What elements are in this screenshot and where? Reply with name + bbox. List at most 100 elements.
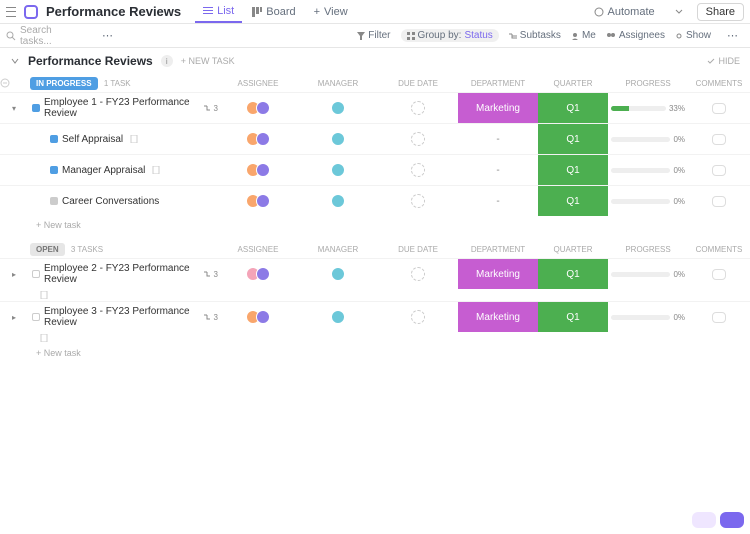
- hide-button[interactable]: HIDE: [707, 56, 740, 66]
- manager-cell[interactable]: [298, 194, 378, 208]
- doc-icon[interactable]: [40, 291, 48, 299]
- manager-cell[interactable]: [298, 132, 378, 146]
- due-date-cell[interactable]: [411, 101, 425, 115]
- assignee-cell[interactable]: [218, 163, 298, 177]
- progress-cell[interactable]: 0%: [608, 166, 688, 175]
- col-due[interactable]: DUE DATE: [378, 79, 458, 88]
- subtasks-button[interactable]: Subtasks: [509, 30, 561, 41]
- assignee-cell[interactable]: [218, 267, 298, 281]
- assignee-cell[interactable]: [218, 101, 298, 115]
- automate-dropdown[interactable]: [669, 7, 689, 17]
- menu-icon[interactable]: [6, 7, 16, 17]
- manager-cell[interactable]: [298, 310, 378, 324]
- new-task-button[interactable]: + New task: [0, 216, 750, 234]
- add-task-header[interactable]: + NEW TASK: [181, 56, 235, 66]
- due-date-cell[interactable]: [411, 132, 425, 146]
- department-cell[interactable]: -: [458, 165, 538, 176]
- manager-cell[interactable]: [298, 163, 378, 177]
- comment-icon[interactable]: [712, 165, 726, 176]
- status-pill-open[interactable]: OPEN: [30, 243, 65, 256]
- task-row[interactable]: ▸ Employee 2 - FY23 Performance Review 3…: [0, 258, 750, 289]
- col-comm[interactable]: COMMENTS: [688, 245, 750, 254]
- subtask-row[interactable]: Manager Appraisal - Q1 0%: [0, 154, 750, 185]
- quarter-cell[interactable]: Q1: [538, 124, 608, 154]
- new-task-button[interactable]: + New task: [0, 344, 750, 362]
- info-icon[interactable]: i: [161, 55, 173, 67]
- status-pill-in-progress[interactable]: IN PROGRESS: [30, 77, 98, 90]
- task-row[interactable]: ▾ Employee 1 - FY23 Performance Review 3…: [0, 92, 750, 123]
- due-date-cell[interactable]: [411, 267, 425, 281]
- doc-icon[interactable]: [40, 334, 48, 342]
- progress-cell[interactable]: 0%: [608, 135, 688, 144]
- comment-icon[interactable]: [712, 103, 726, 114]
- col-manager[interactable]: MANAGER: [298, 79, 378, 88]
- col-due[interactable]: DUE DATE: [378, 245, 458, 254]
- more-button[interactable]: ⋯: [721, 27, 744, 44]
- progress-cell[interactable]: 33%: [608, 104, 688, 113]
- manager-cell[interactable]: [298, 267, 378, 281]
- quarter-cell[interactable]: Q1: [538, 93, 608, 123]
- department-cell[interactable]: -: [458, 134, 538, 145]
- assignee-cell[interactable]: [218, 310, 298, 324]
- manager-cell[interactable]: [298, 101, 378, 115]
- due-date-cell[interactable]: [411, 194, 425, 208]
- due-date-cell[interactable]: [411, 163, 425, 177]
- tab-list[interactable]: List: [195, 1, 242, 23]
- department-cell[interactable]: Marketing: [458, 93, 538, 123]
- col-prog[interactable]: PROGRESS: [608, 245, 688, 254]
- comment-icon[interactable]: [712, 196, 726, 207]
- due-date-cell[interactable]: [411, 310, 425, 324]
- col-comm[interactable]: COMMENTS: [688, 79, 750, 88]
- quarter-cell[interactable]: Q1: [538, 155, 608, 185]
- progress-cell[interactable]: 0%: [608, 313, 688, 322]
- progress-cell[interactable]: 0%: [608, 197, 688, 206]
- quarter-cell[interactable]: Q1: [538, 186, 608, 216]
- department-cell[interactable]: Marketing: [458, 302, 538, 332]
- expand-icon[interactable]: ▸: [12, 313, 16, 322]
- department-cell[interactable]: -: [458, 196, 538, 207]
- col-qtr[interactable]: QUARTER: [538, 245, 608, 254]
- status-square[interactable]: [50, 135, 58, 143]
- progress-cell[interactable]: 0%: [608, 270, 688, 279]
- collapse-icon[interactable]: [0, 78, 10, 88]
- col-dept[interactable]: DEPARTMENT: [458, 79, 538, 88]
- comment-icon[interactable]: [712, 134, 726, 145]
- app-logo-icon[interactable]: [24, 5, 38, 19]
- assignee-cell[interactable]: [218, 132, 298, 146]
- status-square[interactable]: [32, 104, 40, 112]
- status-square[interactable]: [32, 270, 40, 278]
- expand-icon[interactable]: ▸: [12, 270, 16, 279]
- department-cell[interactable]: Marketing: [458, 259, 538, 289]
- comment-icon[interactable]: [712, 269, 726, 280]
- expand-icon[interactable]: ▾: [12, 104, 16, 113]
- share-button[interactable]: Share: [697, 3, 744, 21]
- col-dept[interactable]: DEPARTMENT: [458, 245, 538, 254]
- chevron-down-icon[interactable]: [10, 56, 20, 66]
- search-more[interactable]: ⋯: [96, 27, 119, 44]
- status-square[interactable]: [50, 197, 58, 205]
- filter-button[interactable]: Filter: [357, 30, 390, 41]
- show-button[interactable]: Show: [675, 30, 711, 41]
- status-square[interactable]: [50, 166, 58, 174]
- col-assignee[interactable]: ASSIGNEE: [218, 245, 298, 254]
- tab-board[interactable]: Board: [244, 1, 303, 23]
- comment-icon[interactable]: [712, 312, 726, 323]
- col-prog[interactable]: PROGRESS: [608, 79, 688, 88]
- tab-add-view[interactable]: + View: [306, 1, 356, 23]
- automate-button[interactable]: Automate: [588, 4, 661, 20]
- col-assignee[interactable]: ASSIGNEE: [218, 79, 298, 88]
- fab-primary[interactable]: [720, 512, 744, 528]
- quarter-cell[interactable]: Q1: [538, 259, 608, 289]
- status-square[interactable]: [32, 313, 40, 321]
- task-row[interactable]: ▸ Employee 3 - FY23 Performance Review 3…: [0, 301, 750, 332]
- assignee-cell[interactable]: [218, 194, 298, 208]
- quarter-cell[interactable]: Q1: [538, 302, 608, 332]
- col-qtr[interactable]: QUARTER: [538, 79, 608, 88]
- fab-secondary[interactable]: [692, 512, 716, 528]
- col-manager[interactable]: MANAGER: [298, 245, 378, 254]
- subtask-row[interactable]: Career Conversations - Q1 0%: [0, 185, 750, 216]
- subtask-row[interactable]: Self Appraisal - Q1 0%: [0, 123, 750, 154]
- assignees-button[interactable]: Assignees: [606, 30, 665, 41]
- group-by-button[interactable]: Group by: Status: [401, 29, 499, 42]
- me-button[interactable]: Me: [571, 30, 596, 41]
